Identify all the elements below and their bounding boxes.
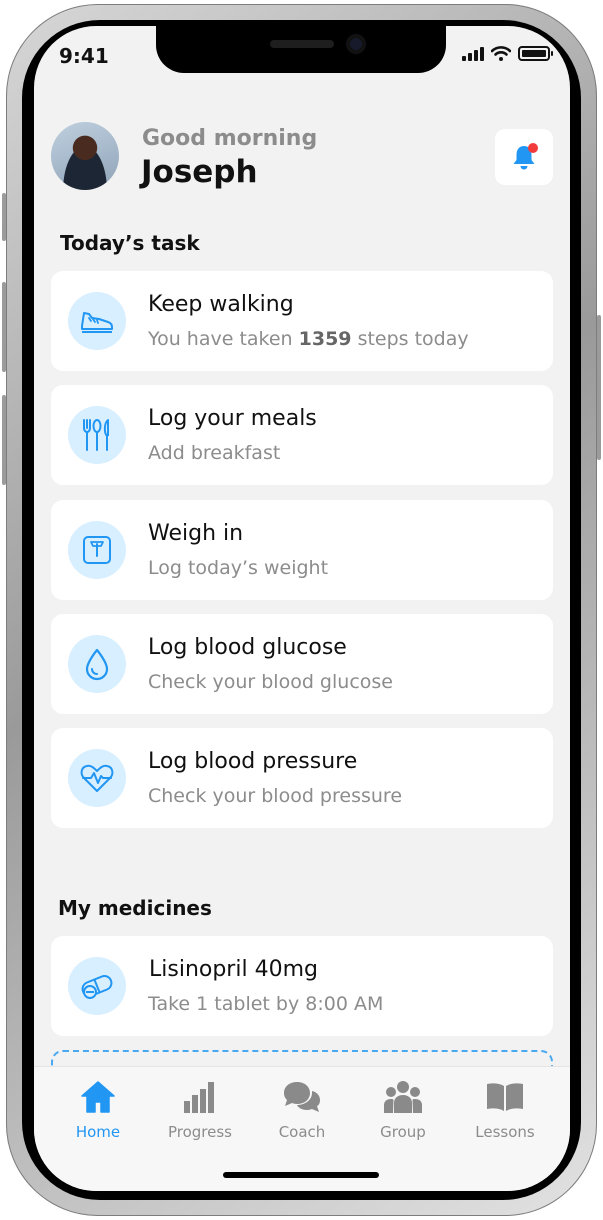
wifi-icon [491,46,511,61]
tab-group[interactable]: Group [352,1077,454,1147]
task-icon-container [68,635,126,693]
status-icons [462,46,553,61]
pill-icon [81,975,113,999]
task-icon-container [68,406,126,464]
task-title: Log blood glucose [148,635,347,660]
speaker [270,40,334,48]
side-button [2,193,6,241]
notification-dot [528,143,538,153]
medicine-subtitle: Take 1 tablet by 8:00 AM [148,993,384,1015]
task-icon-container [68,749,126,807]
tab-label: Lessons [475,1123,535,1141]
task-title: Weigh in [148,521,244,546]
home-icon [81,1081,115,1113]
medicine-title: Lisinopril 40mg [149,957,318,982]
camera [346,34,366,54]
people-icon [384,1081,422,1113]
tab-coach[interactable]: Coach [251,1077,353,1147]
tab-lessons[interactable]: Lessons [454,1077,556,1147]
tab-label: Coach [278,1123,326,1141]
medicines-section-title: My medicines [58,896,212,920]
home-indicator[interactable] [223,1172,379,1178]
task-subtitle: Check your blood pressure [148,785,403,807]
scale-icon [83,536,111,564]
task-title: Log blood pressure [148,749,358,774]
step-count: 1359 [298,328,352,350]
chat-bubbles-icon [284,1082,320,1112]
book-icon [487,1083,523,1111]
heart-pulse-icon [80,764,114,792]
task-title: Log your meals [148,406,317,431]
battery-icon [518,46,553,61]
task-subtitle: Log today’s weight [148,557,329,579]
tab-label: Progress [167,1123,232,1141]
task-subtitle: Check your blood glucose [148,671,393,693]
status-time: 9:41 [59,44,109,68]
tab-progress[interactable]: Progress [149,1077,251,1147]
tab-label: Home [75,1123,121,1141]
task-card-blood-glucose[interactable]: Log blood glucose Check your blood gluco… [51,614,553,714]
tab-home[interactable]: Home [47,1077,149,1147]
sneaker-icon [81,312,113,333]
tasks-section-title: Today’s task [60,231,200,255]
task-card-walking[interactable]: Keep walking You have taken 1359 steps t… [51,271,553,371]
power-button [597,315,601,460]
volume-down-button [2,395,6,485]
bar-chart-icon [184,1082,214,1113]
task-title: Keep walking [148,292,294,317]
task-subtitle: Add breakfast [148,442,281,464]
tab-label: Group [380,1123,426,1141]
notch [156,26,446,73]
task-subtitle: You have taken 1359 steps today [148,328,469,350]
medicine-icon-container [68,957,126,1015]
cellular-signal-icon [462,47,484,61]
cutlery-icon [83,419,109,451]
task-card-blood-pressure[interactable]: Log blood pressure Check your blood pres… [51,728,553,828]
user-name: Joseph [141,154,258,190]
task-icon-container [68,292,126,350]
task-card-meals[interactable]: Log your meals Add breakfast [51,385,553,485]
avatar[interactable] [51,122,119,190]
app-screen: 9:41 Good morning Joseph Today’s task Ke… [34,26,570,1191]
volume-up-button [2,282,6,372]
greeting-text: Good morning [142,126,318,151]
task-icon-container [68,521,126,579]
medicine-card-lisinopril[interactable]: Lisinopril 40mg Take 1 tablet by 8:00 AM [51,936,553,1036]
droplet-icon [85,648,109,681]
notifications-button[interactable] [495,129,553,185]
task-card-weigh-in[interactable]: Weigh in Log today’s weight [51,500,553,600]
